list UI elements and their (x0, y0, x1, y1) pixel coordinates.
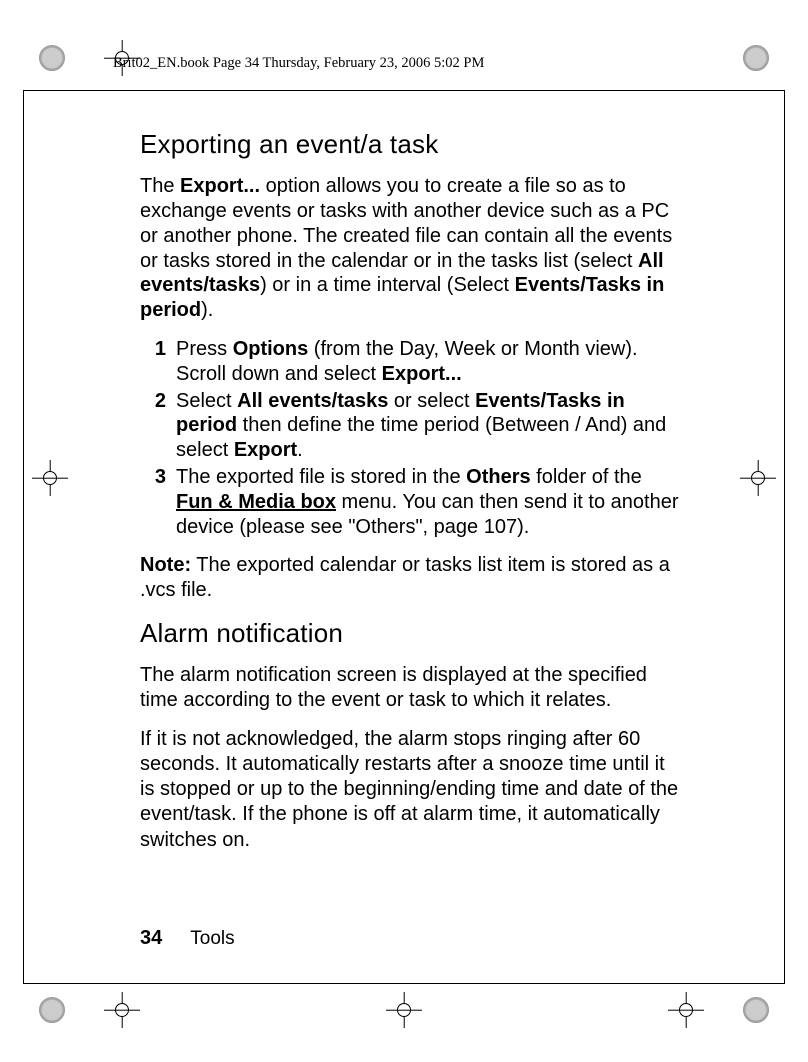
print-registration-disc (34, 40, 70, 76)
note-paragraph: Note: The exported calendar or tasks lis… (140, 553, 680, 603)
ui-term-options: Options (233, 338, 309, 360)
section-name: Tools (190, 928, 234, 950)
step-item: 3 The exported file is stored in the Oth… (170, 465, 680, 539)
note-text: The exported calendar or tasks list item… (140, 554, 670, 601)
crosshair-icon (668, 992, 704, 1028)
text: . (297, 439, 303, 461)
running-head: Brit02_EN.book Page 34 Thursday, Februar… (113, 55, 484, 72)
text: Select (176, 390, 237, 412)
step-number: 3 (144, 465, 166, 490)
ui-term-export: Export... (382, 363, 462, 385)
step-number: 2 (144, 389, 166, 414)
page-number: 34 (140, 927, 162, 950)
alarm-para-2: If it is not acknowledged, the alarm sto… (140, 727, 680, 853)
text: ). (201, 299, 213, 321)
print-registration-disc (34, 992, 70, 1028)
print-registration-disc (738, 992, 774, 1028)
crosshair-icon (386, 992, 422, 1028)
note-label: Note: (140, 554, 191, 576)
step-item: 2 Select All events/tasks or select Even… (170, 389, 680, 463)
ui-term-export: Export... (180, 175, 260, 197)
page-content: Exporting an event/a task The Export... … (140, 128, 680, 867)
ui-term-export: Export (234, 439, 297, 461)
text: The (140, 175, 180, 197)
heading-alarm-notification: Alarm notification (140, 617, 680, 649)
text: ) or in a time interval (Select (260, 274, 515, 296)
step-number: 1 (144, 337, 166, 362)
ui-term-all-events-tasks: All events/tasks (237, 390, 388, 412)
page-footer: 34 Tools (140, 927, 235, 950)
steps-list: 1 Press Options (from the Day, Week or M… (140, 337, 680, 539)
text: or select (388, 390, 475, 412)
text: folder of the (531, 466, 642, 488)
ui-term-fun-media-box: Fun & Media box (176, 491, 336, 513)
print-registration-disc (738, 40, 774, 76)
text: Press (176, 338, 233, 360)
step-item: 1 Press Options (from the Day, Week or M… (170, 337, 680, 387)
alarm-para-1: The alarm notification screen is display… (140, 663, 680, 713)
crosshair-icon (104, 992, 140, 1028)
intro-paragraph: The Export... option allows you to creat… (140, 174, 680, 323)
text: The exported file is stored in the (176, 466, 466, 488)
ui-term-others: Others (466, 466, 530, 488)
heading-exporting: Exporting an event/a task (140, 128, 680, 160)
